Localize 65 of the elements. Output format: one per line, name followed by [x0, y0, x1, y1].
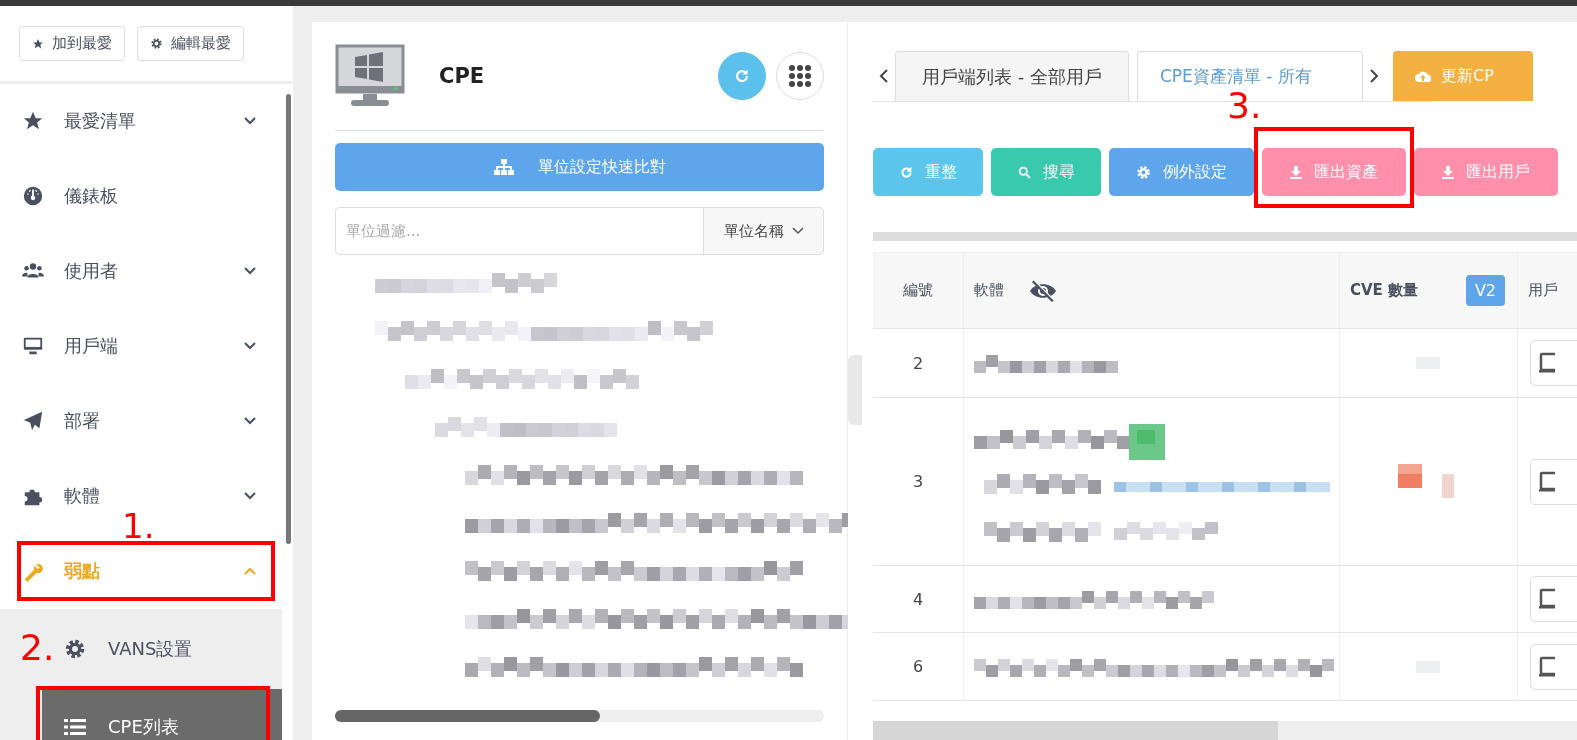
edit-favorites-button[interactable]: 編輯最愛: [137, 26, 244, 61]
menu-label: 軟體: [64, 484, 101, 508]
menu-label: 弱點: [64, 559, 101, 583]
refresh-icon: [899, 165, 913, 179]
add-favorite-button[interactable]: 加到最愛: [19, 26, 125, 61]
submenu-item[interactable]: VANS設置: [62, 609, 282, 689]
chevron-down-icon: [791, 227, 804, 235]
annotation-number: 1.: [122, 513, 155, 540]
search-icon: [1017, 165, 1031, 179]
filter-mode-dropdown[interactable]: 單位名稱: [704, 207, 824, 255]
refresh-icon: [734, 68, 750, 84]
submenu-item[interactable]: CPE列表: [42, 689, 282, 740]
table-cell: 4: [873, 566, 964, 632]
grid-icon: [789, 65, 811, 87]
column-header: 用戶: [1517, 253, 1577, 328]
table-cell: 2: [873, 329, 964, 397]
menu-item[interactable]: 最愛清單: [0, 105, 293, 137]
paper-plane-icon: [22, 410, 44, 432]
version-badge: V2: [1465, 275, 1505, 306]
annotation-number: 2.: [20, 630, 55, 666]
cloud-upload-icon: [1414, 70, 1431, 82]
column-header: CVE 數量: [1350, 281, 1419, 300]
menu-item[interactable]: 儀錶板: [0, 180, 293, 212]
download-icon: [1442, 165, 1454, 179]
list-icon: [64, 717, 86, 736]
menu-item[interactable]: 軟體: [0, 480, 293, 512]
column-header: 軟體: [974, 281, 1004, 300]
gauge-icon: [22, 185, 44, 207]
menu-label: 部署: [64, 409, 101, 433]
gear-icon: [1136, 164, 1151, 180]
panel-title: CPE: [439, 64, 485, 88]
device-button[interactable]: [1530, 576, 1577, 622]
scrollbar[interactable]: [286, 94, 291, 544]
gear-icon: [64, 638, 86, 660]
device-button[interactable]: [1530, 643, 1577, 690]
menu-label: 儀錶板: [64, 184, 119, 208]
chevron-left-icon: [879, 68, 889, 84]
grid-menu-button[interactable]: [776, 52, 824, 100]
scrollbar[interactable]: [335, 710, 824, 722]
star-icon: [22, 110, 44, 132]
device-button[interactable]: [1530, 458, 1577, 505]
download-icon: [1290, 165, 1302, 179]
submenu-label: VANS設置: [108, 637, 193, 661]
chevron-right-icon: [1368, 68, 1379, 84]
scrollbar[interactable]: [873, 721, 1577, 740]
eye-slash-icon: [1028, 279, 1058, 302]
scrollbar[interactable]: [873, 232, 1577, 241]
column-header: 編號: [873, 253, 964, 328]
menu-label: 使用者: [64, 259, 119, 283]
gear-icon: [150, 37, 163, 50]
tab[interactable]: 用戶端列表 - 全部用戶: [895, 51, 1129, 101]
table-cell: 3: [873, 398, 964, 565]
submenu-label: CPE列表: [108, 714, 179, 739]
star-icon: [32, 37, 44, 50]
menu-label: 用戶端: [64, 334, 119, 358]
table-cell: 6: [873, 633, 964, 700]
monitor-icon: [335, 44, 405, 108]
menu-item[interactable]: 用戶端: [0, 330, 293, 362]
menu-item[interactable]: 使用者: [0, 255, 293, 287]
monitor-icon: [22, 335, 44, 357]
menu-label: 最愛清單: [64, 109, 137, 133]
device-button[interactable]: [1530, 340, 1577, 386]
sitemap-icon: [493, 159, 514, 175]
menu-item[interactable]: 部署: [0, 405, 293, 437]
filter-field[interactable]: 單位過濾...: [335, 207, 704, 255]
